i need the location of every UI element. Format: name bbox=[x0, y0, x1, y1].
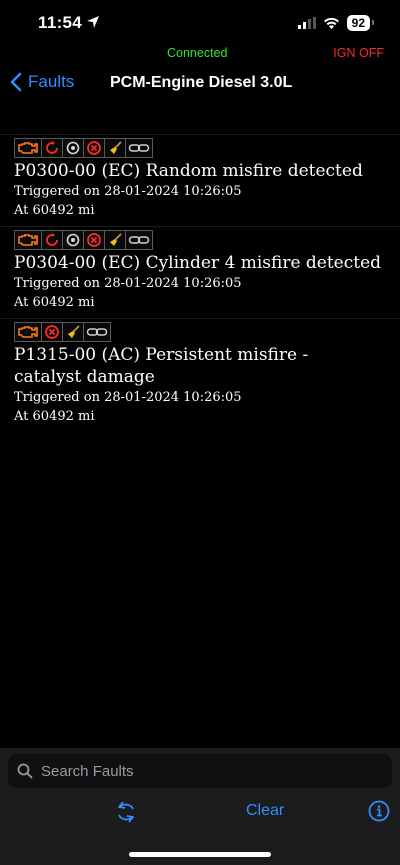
fault-code-line: catalyst damage bbox=[14, 367, 155, 387]
fault-item[interactable]: P0304-00 (EC) Cylinder 4 misfire detecte… bbox=[0, 226, 400, 318]
linked-icon bbox=[126, 139, 152, 157]
fault-triggered-time: Triggered on 28-01-2024 10:26:05 bbox=[14, 276, 242, 291]
active-icon bbox=[84, 231, 105, 249]
status-bar: 11:54 92 bbox=[0, 0, 400, 46]
fault-status-icons bbox=[14, 322, 111, 342]
back-label: Faults bbox=[28, 72, 75, 91]
fault-status-icons bbox=[14, 230, 153, 250]
connection-row: Connected IGN OFF bbox=[0, 46, 400, 62]
search-input[interactable] bbox=[39, 761, 363, 781]
clearable-icon bbox=[105, 231, 126, 249]
clear-button[interactable]: Clear bbox=[246, 802, 284, 820]
fault-triggered-time: Triggered on 28-01-2024 10:26:05 bbox=[14, 390, 242, 405]
engine-warning-icon bbox=[15, 139, 42, 157]
refresh-icon bbox=[118, 801, 134, 823]
page-title: PCM-Engine Diesel 3.0L bbox=[110, 74, 293, 91]
engine-warning-icon bbox=[15, 323, 42, 341]
fault-item[interactable]: P1315-00 (AC) Persistent misfire - catal… bbox=[0, 318, 400, 432]
fault-item[interactable]: P0300-00 (EC) Random misfire detected Tr… bbox=[0, 134, 400, 226]
active-icon bbox=[42, 323, 63, 341]
pending-icon bbox=[42, 231, 63, 249]
chevron-left-icon bbox=[10, 72, 22, 92]
fault-code: P0300-00 (EC) Random misfire detected bbox=[14, 161, 363, 181]
search-icon bbox=[17, 763, 33, 779]
search-bar[interactable] bbox=[8, 754, 392, 788]
connection-status: Connected bbox=[167, 46, 228, 60]
ignition-status: IGN OFF bbox=[333, 46, 384, 60]
location-arrow-icon bbox=[87, 16, 99, 28]
home-indicator[interactable] bbox=[129, 852, 271, 857]
fault-mileage: At 60492 mi bbox=[14, 295, 95, 310]
fault-code-line: P1315-00 (AC) Persistent misfire - bbox=[14, 345, 309, 365]
fault-triggered-time: Triggered on 28-01-2024 10:26:05 bbox=[14, 184, 242, 199]
clearable-icon bbox=[105, 139, 126, 157]
active-icon bbox=[84, 139, 105, 157]
toolbar: Clear bbox=[0, 798, 400, 828]
pending-icon bbox=[42, 139, 63, 157]
engine-warning-icon bbox=[15, 231, 42, 249]
bottom-panel: Clear bbox=[0, 748, 400, 865]
fault-code: P0304-00 (EC) Cylinder 4 misfire detecte… bbox=[14, 253, 382, 273]
nav-bar: Faults PCM-Engine Diesel 3.0L bbox=[0, 66, 400, 102]
info-button[interactable] bbox=[368, 800, 390, 827]
cellular-signal-icon bbox=[297, 17, 316, 29]
battery-indicator: 92 bbox=[346, 15, 375, 31]
refresh-button[interactable] bbox=[115, 800, 137, 829]
wifi-icon bbox=[323, 17, 339, 29]
back-button[interactable]: Faults bbox=[10, 72, 74, 92]
fault-list: P0300-00 (EC) Random misfire detected Tr… bbox=[0, 134, 400, 432]
linked-icon bbox=[126, 231, 152, 249]
confirmed-icon bbox=[63, 231, 84, 249]
fault-mileage: At 60492 mi bbox=[14, 409, 95, 424]
confirmed-icon bbox=[63, 139, 84, 157]
fault-status-icons bbox=[14, 138, 153, 158]
fault-mileage: At 60492 mi bbox=[14, 203, 95, 218]
linked-icon bbox=[84, 323, 110, 341]
clearable-icon bbox=[63, 323, 84, 341]
status-time: 11:54 bbox=[38, 13, 83, 32]
info-icon bbox=[368, 800, 390, 822]
